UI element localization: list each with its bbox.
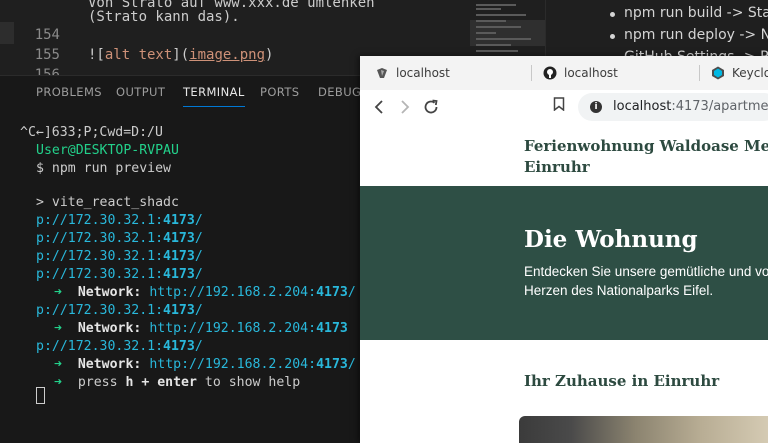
alt-text: alt text bbox=[104, 47, 173, 63]
web-page: Ferienwohnung Waldoase Mertens Einruhr D… bbox=[360, 124, 768, 443]
terminal-local-url[interactable]: p://172.30.32.1:4173/ bbox=[36, 302, 203, 320]
terminal[interactable]: ^C←]633;P;Cwd=D:/U User@DESKTOP-RVPAU $ … bbox=[0, 108, 400, 443]
terminal-line: ^C←]633;P;Cwd=D:/U bbox=[20, 125, 163, 140]
minimap-line bbox=[476, 38, 531, 40]
site-title[interactable]: Ferienwohnung Waldoase Mertens Einruhr bbox=[524, 136, 768, 178]
line-number: 154 bbox=[34, 27, 60, 43]
browser-tab[interactable]: Keycloak bbox=[696, 56, 768, 90]
line-number: 155 bbox=[34, 47, 60, 63]
tab-problems[interactable]: PROBLEMS bbox=[36, 85, 102, 99]
bookmark-icon[interactable] bbox=[553, 97, 565, 111]
browser-tab-bar: localhost localhost Keycloak bbox=[360, 56, 768, 90]
browser-window[interactable]: localhost localhost Keycloak i localhost… bbox=[360, 56, 768, 443]
line-number: 156 bbox=[34, 67, 60, 75]
address-bar: i localhost:4173/apartment bbox=[360, 90, 768, 125]
hero-description: Entdecken Sie unsere gemütliche und voll… bbox=[524, 264, 768, 298]
tab-output[interactable]: OUTPUT bbox=[116, 85, 165, 99]
terminal-network-line[interactable]: ➜ Network: http://192.168.2.204:4173/ bbox=[54, 356, 356, 374]
reload-button[interactable] bbox=[420, 96, 442, 118]
url-text: localhost:4173/apartment bbox=[613, 99, 768, 114]
preview-bullet: npm run build -> Sta bbox=[610, 5, 768, 21]
minimap-line bbox=[476, 4, 516, 6]
terminal-script-line: > vite_react_shadc bbox=[36, 195, 179, 210]
browser-tab-label: localhost bbox=[564, 66, 618, 80]
minimap-line bbox=[476, 26, 521, 28]
back-button[interactable] bbox=[368, 96, 390, 118]
browser-tab-label: localhost bbox=[396, 66, 450, 80]
terminal-local-url[interactable]: p://172.30.32.1:4173/ bbox=[36, 212, 203, 230]
reload-icon bbox=[424, 99, 438, 114]
terminal-prompt-user: User@DESKTOP-RVPAU bbox=[36, 143, 179, 158]
minimap-line bbox=[476, 32, 496, 34]
forward-button[interactable] bbox=[394, 96, 416, 118]
terminal-local-url[interactable]: p://172.30.32.1:4173/ bbox=[36, 266, 203, 284]
tab-ports[interactable]: PORTS bbox=[260, 85, 299, 99]
terminal-cursor bbox=[36, 387, 45, 404]
terminal-help-line: ➜ press h + enter to show help bbox=[54, 375, 301, 390]
url-input[interactable]: i localhost:4173/apartment bbox=[578, 93, 768, 121]
minimap-line bbox=[476, 8, 501, 10]
minimap-line bbox=[476, 44, 511, 46]
arrow-left-icon bbox=[374, 100, 383, 114]
section-title: Ihr Zuhause in Einruhr bbox=[524, 372, 720, 390]
panel-tab-bar: PROBLEMS OUTPUT TERMINAL PORTS DEBUG CON… bbox=[0, 75, 424, 108]
browser-tab[interactable]: localhost bbox=[360, 56, 528, 90]
markdown-image-code: ![alt text](image.png) bbox=[88, 47, 274, 63]
apartment-photo bbox=[519, 416, 768, 443]
editor-line-154[interactable]: 154 bbox=[0, 24, 470, 46]
preview-bullet: npm run deploy -> N bbox=[609, 27, 768, 43]
tab-terminal[interactable]: TERMINAL bbox=[183, 85, 245, 107]
keycloak-favicon-icon bbox=[712, 66, 724, 80]
terminal-command: $ npm run preview bbox=[36, 161, 171, 176]
terminal-local-url[interactable]: p://172.30.32.1:4173/ bbox=[36, 338, 203, 356]
browser-tab-label: Keycloak bbox=[732, 66, 768, 80]
vite-favicon-icon bbox=[377, 68, 387, 78]
minimap-line bbox=[476, 50, 518, 52]
browser-tab[interactable]: localhost bbox=[528, 56, 696, 90]
terminal-local-url[interactable]: p://172.30.32.1:4173/ bbox=[36, 248, 203, 266]
image-src: image.png bbox=[189, 47, 266, 63]
terminal-local-url[interactable]: p://172.30.32.1:4173/ bbox=[36, 230, 203, 248]
arrow-right-icon bbox=[401, 100, 410, 114]
site-info-icon[interactable]: i bbox=[590, 101, 602, 113]
hero-title: Die Wohnung bbox=[524, 226, 698, 253]
terminal-network-line[interactable]: ➜ Network: http://192.168.2.204:4173/ bbox=[54, 284, 356, 302]
terminal-network-line[interactable]: ➜ Network: http://192.168.2.204:4173 bbox=[54, 320, 348, 338]
minimap-line bbox=[476, 20, 506, 22]
hero-section: Die Wohnung Entdecken Sie unsere gemütli… bbox=[360, 186, 768, 340]
site-header: Ferienwohnung Waldoase Mertens Einruhr bbox=[360, 124, 768, 186]
minimap-line bbox=[476, 14, 526, 16]
github-favicon-icon bbox=[543, 66, 557, 80]
